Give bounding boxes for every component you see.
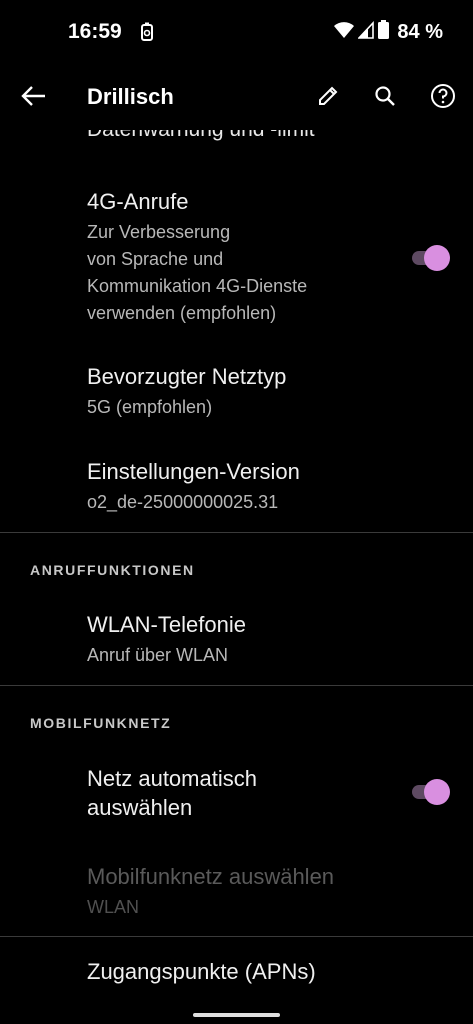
status-bar: 16:59 84 %	[0, 0, 473, 64]
list-item-auto-network[interactable]: Netz automatisch auswählen	[0, 762, 473, 832]
toggle-4g-calls[interactable]	[408, 245, 452, 271]
app-bar: Drillisch	[0, 64, 473, 130]
battery-icon	[378, 20, 390, 44]
help-icon[interactable]	[425, 78, 461, 114]
item-title: Einstellungen-Version	[87, 459, 300, 484]
page-title: Drillisch	[87, 84, 174, 109]
list-item-apn[interactable]: Zugangspunkte (APNs)	[0, 955, 473, 1005]
item-title-line-2: auswählen	[87, 795, 193, 820]
item-subtitle: Anruf über WLAN	[87, 645, 229, 665]
item-title: 4G-Anrufe	[87, 189, 189, 214]
settings-screen: 16:59 84 % Drillisch 4G-Anrufe Zur Verbe…	[0, 0, 473, 1024]
data-warning-item[interactable]: Datenwarnung und -limit	[87, 130, 315, 142]
battery-percent: 84 %	[397, 20, 443, 43]
item-subtitle-line-3: Kommunikation 4G-Dienste	[87, 276, 308, 296]
list-item-wifi-calling[interactable]: WLAN-Telefonie Anruf über WLAN	[0, 608, 473, 678]
gesture-nav-bar[interactable]	[193, 1013, 280, 1017]
item-title-line-1: Netz automatisch	[87, 766, 257, 791]
item-subtitle: WLAN	[87, 897, 140, 917]
list-item-network-type[interactable]: Bevorzugter Netztyp 5G (empfohlen)	[0, 360, 473, 430]
item-subtitle: o2_de-25000000025.31	[87, 492, 279, 512]
search-icon[interactable]	[367, 78, 403, 114]
settings-list: Datenwarnung und -limit 4G-Anrufe Zur Ve…	[0, 130, 473, 1024]
list-item-select-network: Mobilfunknetz auswählen WLAN	[0, 860, 473, 930]
toggle-thumb	[424, 245, 450, 271]
toggle-auto-network[interactable]	[408, 779, 452, 805]
item-subtitle: 5G (empfohlen)	[87, 397, 213, 417]
back-arrow-icon[interactable]	[16, 78, 52, 114]
item-title: WLAN-Telefonie	[87, 612, 246, 637]
section-header-call-features: ANRUFFUNKTIONEN	[30, 562, 195, 578]
divider	[0, 685, 473, 686]
item-title: Bevorzugter Netztyp	[87, 364, 287, 389]
item-subtitle-line-2: von Sprache und	[87, 249, 224, 269]
signal-icon	[357, 20, 375, 44]
item-subtitle-line-4: verwenden (empfohlen)	[87, 303, 277, 323]
item-title: Mobilfunknetz auswählen	[87, 864, 335, 889]
section-header-mobile-network: MOBILFUNKNETZ	[30, 715, 172, 731]
item-subtitle-line-1: Zur Verbesserung	[87, 222, 231, 242]
status-time: 16:59	[68, 20, 122, 43]
list-item-settings-version[interactable]: Einstellungen-Version o2_de-25000000025.…	[0, 455, 473, 525]
pencil-icon[interactable]	[310, 78, 346, 114]
status-right: 84 %	[334, 20, 443, 44]
list-item-4g-calls[interactable]: 4G-Anrufe Zur Verbesserung von Sprache u…	[0, 185, 473, 335]
alarm-icon	[140, 22, 154, 42]
divider	[0, 936, 473, 937]
wifi-icon	[334, 21, 355, 44]
item-title: Zugangspunkte (APNs)	[87, 959, 316, 984]
divider	[0, 532, 473, 533]
toggle-thumb	[424, 779, 450, 805]
